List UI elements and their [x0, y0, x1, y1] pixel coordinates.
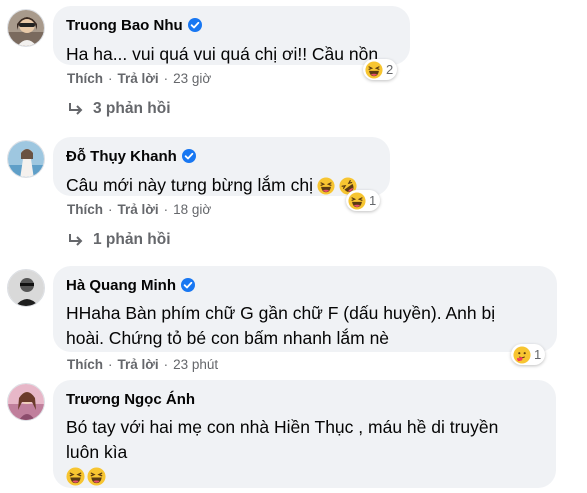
- reaction-count: 2: [386, 62, 394, 77]
- care-icon: [513, 345, 531, 364]
- comment-bubble: Truong Bao Nhu Ha ha... vui quá vui quá …: [53, 6, 410, 65]
- verified-badge-icon: [181, 149, 196, 163]
- reply-link[interactable]: Trả lời: [118, 357, 159, 372]
- reply-link[interactable]: Trả lời: [118, 202, 159, 217]
- laughing-emoji-icon: [87, 467, 106, 486]
- comment-bubble: Đỗ Thụy Khanh Câu mới này tưng bừng lắm …: [53, 137, 390, 196]
- comment-text: HHaha Bàn phím chữ G gần chữ F (dấu huyề…: [66, 303, 496, 348]
- haha-icon: [348, 192, 366, 210]
- comment-text: Ha ha... vui quá vui quá chị ơi!! Cầu nồ…: [66, 44, 379, 64]
- commenter-name[interactable]: Đỗ Thụy Khanh: [66, 148, 177, 165]
- view-replies-link[interactable]: 1 phản hồi: [67, 231, 171, 249]
- comment-emoji-row: [66, 467, 542, 486]
- avatar[interactable]: [7, 9, 45, 47]
- verified-badge-icon: [187, 18, 202, 32]
- reaction-summary[interactable]: 2: [363, 59, 398, 80]
- comment-actions: Thích · Trả lời · 23 phút: [67, 357, 219, 372]
- view-replies-link[interactable]: 3 phản hồi: [67, 100, 171, 118]
- comment-bubble: Trương Ngọc Ánh Bó tay với hai mẹ con nh…: [53, 380, 556, 488]
- reply-arrow-icon: [69, 103, 83, 115]
- avatar[interactable]: [7, 383, 45, 421]
- timestamp[interactable]: 18 giờ: [173, 202, 211, 217]
- laughing-emoji-icon: [66, 467, 85, 486]
- comment-text: Bó tay với hai mẹ con nhà Hiền Thục , má…: [66, 417, 499, 462]
- haha-icon: [365, 61, 383, 79]
- timestamp[interactable]: 23 phút: [173, 357, 218, 372]
- reaction-count: 1: [534, 347, 542, 362]
- comment-actions: Thích · Trả lời · 18 giờ: [67, 202, 212, 217]
- comment-bubble: Hà Quang Minh HHaha Bàn phím chữ G gần c…: [53, 266, 557, 352]
- commenter-name[interactable]: Hà Quang Minh: [66, 277, 176, 294]
- comment-text: Câu mới này tưng bừng lắm chị: [66, 173, 376, 198]
- reply-link[interactable]: Trả lời: [118, 71, 159, 86]
- like-link[interactable]: Thích: [67, 71, 103, 86]
- like-link[interactable]: Thích: [67, 357, 103, 372]
- reaction-summary[interactable]: 1: [511, 344, 546, 365]
- commenter-name[interactable]: Trương Ngọc Ánh: [66, 391, 195, 408]
- laughing-emoji-icon: [317, 177, 335, 195]
- commenter-name[interactable]: Truong Bao Nhu: [66, 17, 183, 34]
- reaction-summary[interactable]: 1: [346, 190, 381, 211]
- reply-arrow-icon: [69, 234, 83, 246]
- like-link[interactable]: Thích: [67, 202, 103, 217]
- timestamp[interactable]: 23 giờ: [173, 71, 211, 86]
- verified-badge-icon: [181, 278, 195, 292]
- comment-actions: Thích · Trả lời · 23 giờ: [67, 71, 212, 86]
- reaction-count: 1: [369, 193, 377, 208]
- avatar[interactable]: [7, 269, 45, 307]
- avatar[interactable]: [7, 140, 45, 178]
